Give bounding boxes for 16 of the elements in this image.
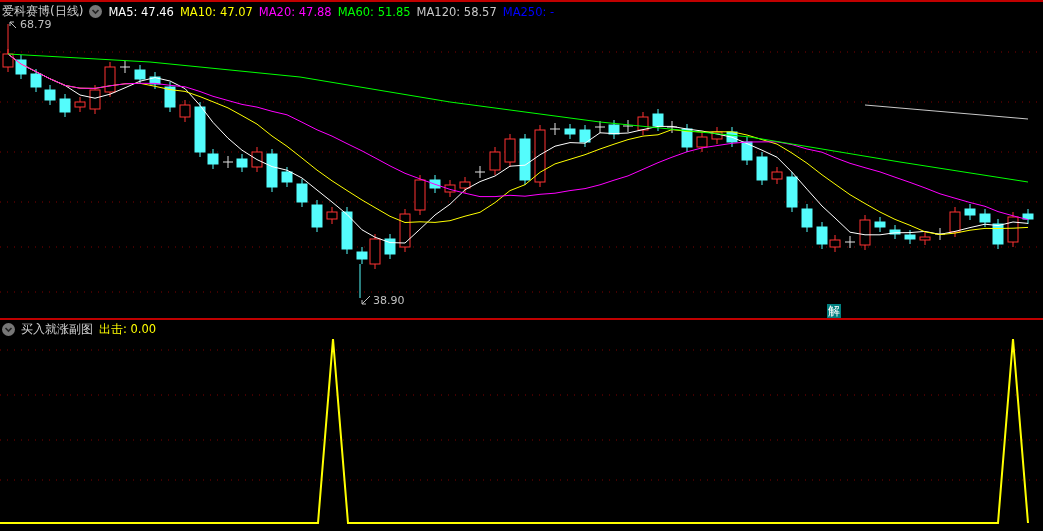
indicator-value: 出击: 0.00 <box>99 322 157 337</box>
moving-average-label: MA60: 51.85 <box>337 4 411 19</box>
signal-badge: 解 <box>827 304 841 318</box>
low-price-label: 38.90 <box>373 294 405 307</box>
arrow-icon <box>361 295 371 305</box>
moving-average-label: MA250: - <box>502 4 555 19</box>
indicator-title: 买入就涨副图 <box>21 321 93 338</box>
moving-average-label: MA10: 47.07 <box>179 4 253 19</box>
arrow-icon <box>9 21 17 29</box>
moving-average-label: MA20: 47.88 <box>258 4 332 19</box>
high-price-label: 68.79 <box>20 18 52 31</box>
dropdown-icon[interactable] <box>2 323 15 336</box>
moving-average-label: MA120: 58.57 <box>416 4 497 19</box>
chart-title: 爱科赛博(日线) <box>2 3 84 20</box>
moving-average-label: MA5: 47.46 <box>108 4 174 19</box>
dropdown-icon[interactable] <box>89 5 103 18</box>
